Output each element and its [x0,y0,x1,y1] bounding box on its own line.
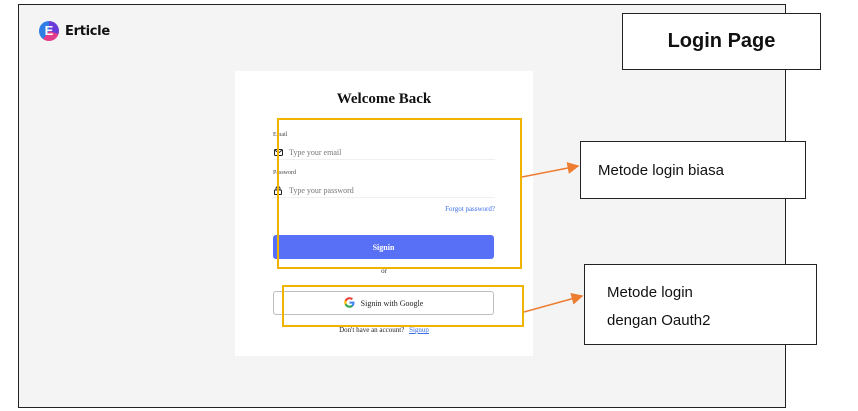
oauth-method-annotation: Metode login dengan Oauth2 [584,264,817,345]
brand-name: Erticle [65,23,110,39]
erticle-logo-icon [39,21,59,41]
oauth-login-highlight [282,285,524,327]
signup-prompt: Don't have an account? [339,326,405,334]
login-title: Welcome Back [336,91,432,107]
brand-logo[interactable]: Erticle [39,21,110,41]
oauth-annotation-line2: dengan Oauth2 [607,312,711,329]
signup-row: Don't have an account? Signup [235,326,533,334]
page-title-annotation: Login Page [622,13,821,70]
classic-method-annotation: Metode login biasa [580,141,806,199]
classic-login-highlight [277,118,522,269]
signup-link[interactable]: Signup [409,326,429,334]
oauth-annotation-line1: Metode login [607,284,693,301]
